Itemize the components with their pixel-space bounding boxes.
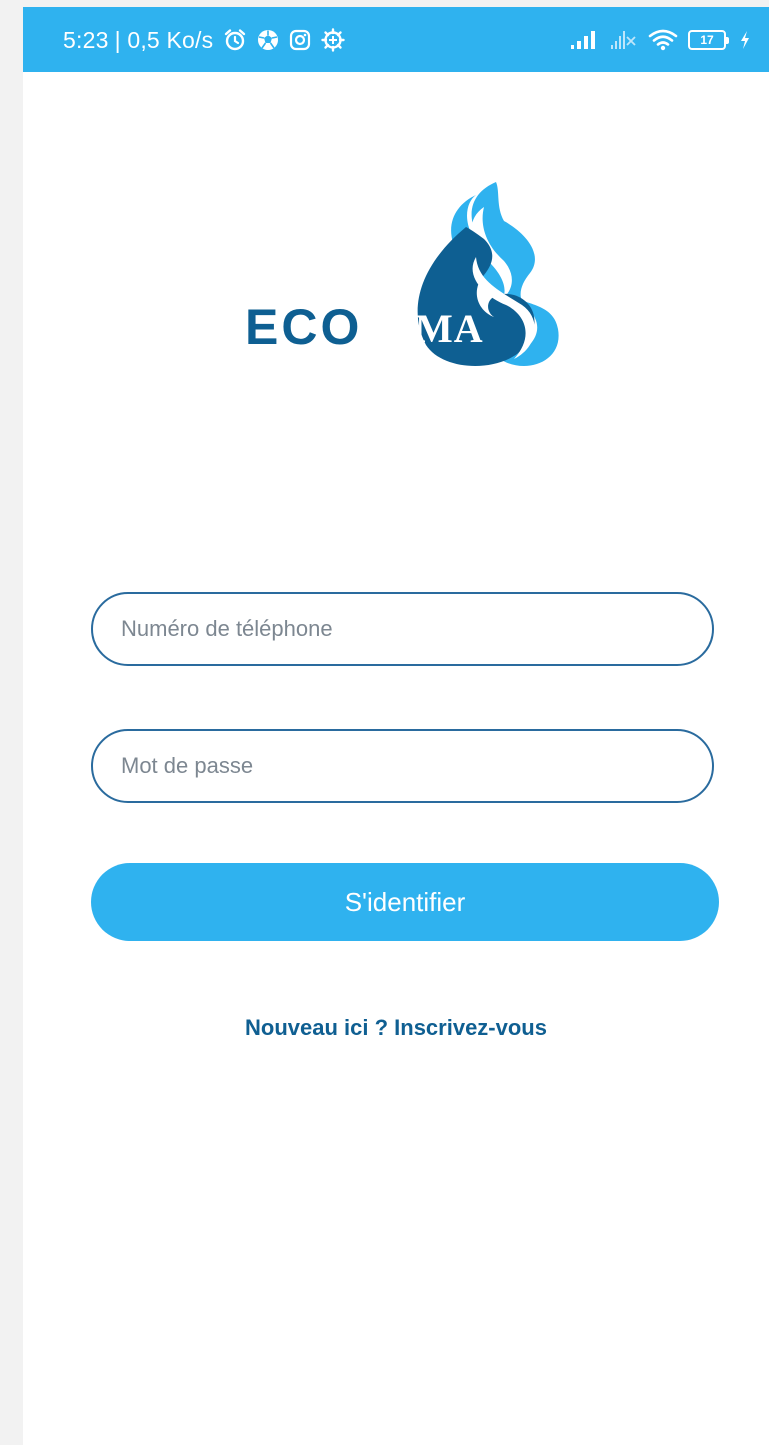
charging-icon (739, 30, 751, 50)
signal-icon (570, 30, 600, 50)
signup-link[interactable]: Nouveau ici ? Inscrivez-vous (23, 1015, 769, 1041)
instagram-icon (289, 29, 311, 51)
ecoma-logo: ECO MA (238, 177, 578, 377)
password-field[interactable] (91, 729, 714, 803)
wifi-icon (648, 29, 678, 51)
status-right: 17 (570, 24, 751, 56)
status-time: 5:23 (63, 26, 109, 53)
logo-text-ma: MA (415, 306, 484, 351)
login-button[interactable]: S'identifier (91, 863, 719, 941)
login-screen: 5:23 | 0,5 Ko/s 17 ECO MA Numéro de télé… (23, 7, 769, 1445)
status-network-speed: | 0,5 Ko/s (114, 26, 214, 53)
alarm-icon (223, 28, 247, 52)
logo-text-eco: ECO (245, 299, 363, 355)
password-input[interactable] (121, 731, 681, 801)
settings-icon (321, 28, 346, 52)
battery-icon: 17 (688, 30, 729, 50)
soccer-ball-icon (257, 29, 279, 51)
phone-field[interactable] (91, 592, 714, 666)
status-left: 5:23 | 0,5 Ko/s (63, 24, 346, 56)
phone-input[interactable] (121, 594, 681, 664)
no-signal-icon (610, 30, 638, 50)
status-bar: 5:23 | 0,5 Ko/s 17 (23, 7, 769, 72)
battery-level: 17 (688, 30, 726, 50)
status-notification-icons (223, 28, 346, 52)
